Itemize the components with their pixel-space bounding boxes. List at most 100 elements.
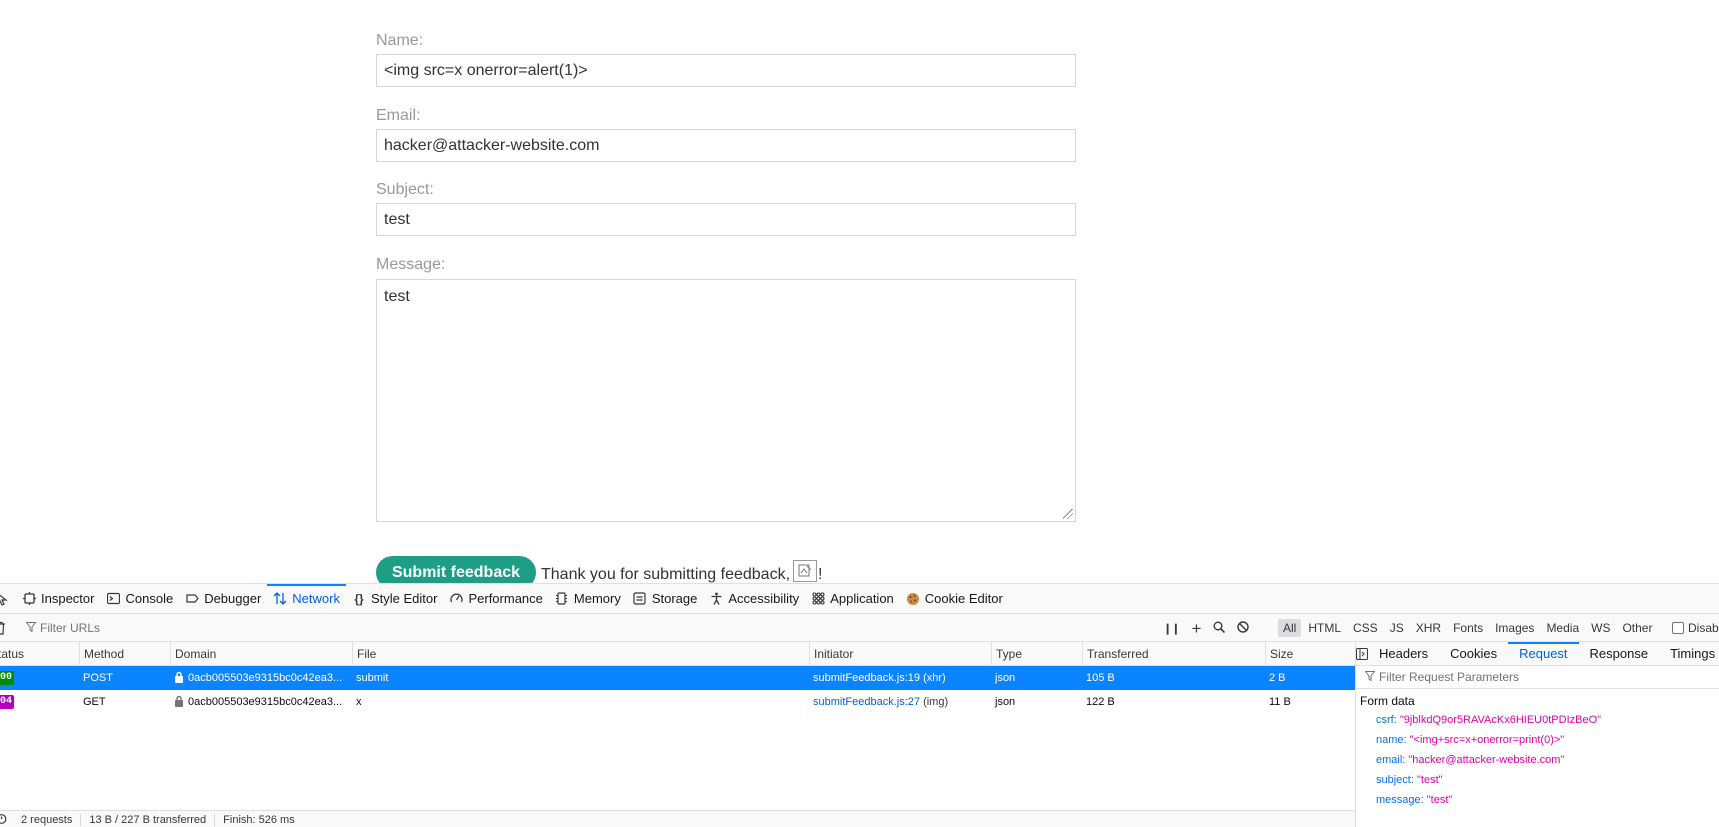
tab-response[interactable]: Response bbox=[1579, 642, 1660, 666]
initiator-cell[interactable]: submitFeedback.js:19 (xhr) bbox=[809, 666, 991, 690]
column-header-size[interactable]: Size bbox=[1265, 642, 1355, 666]
column-header-method[interactable]: Method bbox=[79, 642, 170, 666]
column-header-type[interactable]: Type bbox=[991, 642, 1082, 666]
add-request-icon[interactable]: + bbox=[1191, 620, 1201, 637]
tab-label: Storage bbox=[651, 591, 698, 606]
status-cell: 304 bbox=[0, 690, 79, 714]
email-input[interactable]: hacker@attacker-website.com bbox=[376, 129, 1076, 162]
tab-headers[interactable]: Headers bbox=[1368, 642, 1439, 666]
transferred-cell: 105 B bbox=[1086, 672, 1115, 684]
tab-accessibility[interactable]: Accessibility bbox=[703, 584, 805, 614]
column-header-transferred[interactable]: Transferred bbox=[1082, 642, 1265, 666]
param-key: subject: bbox=[1376, 774, 1414, 786]
column-header-status[interactable]: Status bbox=[0, 642, 81, 666]
filter-html[interactable]: HTML bbox=[1303, 619, 1346, 637]
name-label: Name: bbox=[376, 32, 424, 49]
filter-images[interactable]: Images bbox=[1490, 619, 1539, 637]
tab-console[interactable]: Console bbox=[100, 584, 179, 614]
tab-cookies[interactable]: Cookies bbox=[1439, 642, 1508, 666]
broken-image-icon bbox=[793, 560, 818, 582]
tab-label: Performance bbox=[468, 591, 543, 606]
column-header-domain[interactable]: Domain bbox=[170, 642, 352, 666]
request-type-filters: All HTML CSS JS XHR Fonts Images Media W… bbox=[1278, 614, 1659, 642]
resize-grip-icon[interactable] bbox=[1063, 509, 1073, 519]
tab-debugger[interactable]: Debugger bbox=[179, 584, 267, 614]
tab-network[interactable]: Network bbox=[267, 583, 346, 614]
filter-js[interactable]: JS bbox=[1385, 619, 1409, 637]
tab-label: Debugger bbox=[204, 591, 262, 606]
filter-xhr[interactable]: XHR bbox=[1411, 619, 1446, 637]
email-label: Email: bbox=[376, 107, 421, 124]
timer-icon bbox=[0, 813, 7, 827]
form-param[interactable]: csrf: "9jblkdQ9or5RAVAcKx6HIEU0tPDIzBeO" bbox=[1376, 714, 1601, 726]
initiator-cell[interactable]: submitFeedback.js:27 (img) bbox=[809, 690, 991, 714]
form-param[interactable]: email: "hacker@attacker-website.com" bbox=[1376, 754, 1564, 766]
filter-urls-input[interactable]: Filter URLs bbox=[25, 614, 100, 642]
filter-request-parameters-input[interactable]: Filter Request Parameters bbox=[1356, 666, 1719, 689]
message-label: Message: bbox=[376, 256, 446, 273]
status-badge: 304 bbox=[0, 695, 14, 709]
table-row[interactable]: 304 GET 0acb005503e9315bc0c42ea3... x su… bbox=[0, 690, 1355, 714]
domain-cell: 0acb005503e9315bc0c42ea3... bbox=[170, 666, 352, 690]
tab-label: Style Editor bbox=[370, 591, 438, 606]
column-header-file[interactable]: File bbox=[352, 642, 809, 666]
tab-request[interactable]: Request bbox=[1508, 641, 1579, 666]
param-value: "test" bbox=[1416, 774, 1443, 786]
submit-feedback-button[interactable]: Submit feedback bbox=[376, 556, 536, 583]
initiator-link[interactable]: submitFeedback.js:27 bbox=[813, 696, 920, 708]
debugger-icon bbox=[185, 592, 199, 606]
size-cell: 2 B bbox=[1269, 672, 1286, 684]
thanks-text: Thank you for submitting feedback, bbox=[541, 566, 791, 583]
subject-label: Subject: bbox=[376, 181, 434, 198]
filter-fonts[interactable]: Fonts bbox=[1448, 619, 1488, 637]
request-details-panel: Headers Cookies Request Response Timings… bbox=[1355, 641, 1719, 827]
initiator-type: (xhr) bbox=[923, 672, 946, 684]
checkbox-icon bbox=[1672, 622, 1684, 634]
table-row[interactable]: 200 POST 0acb005503e9315bc0c42ea3... sub… bbox=[0, 666, 1355, 690]
details-tabbar: Headers Cookies Request Response Timings bbox=[1356, 641, 1719, 666]
name-input[interactable]: <img src=x onerror=alert(1)> bbox=[376, 54, 1076, 87]
subject-input[interactable]: test bbox=[376, 203, 1076, 236]
block-icon[interactable] bbox=[1237, 620, 1250, 636]
tab-storage[interactable]: Storage bbox=[627, 584, 704, 614]
column-header-initiator[interactable]: Initiator bbox=[809, 642, 991, 666]
form-param[interactable]: subject: "test" bbox=[1376, 774, 1443, 786]
filter-css[interactable]: CSS bbox=[1348, 619, 1383, 637]
tab-performance[interactable]: Performance bbox=[443, 584, 548, 614]
message-textarea[interactable]: test bbox=[376, 279, 1076, 522]
param-value: "test" bbox=[1426, 794, 1453, 806]
clear-requests-icon[interactable] bbox=[0, 621, 6, 638]
tab-style-editor[interactable]: {} Style Editor bbox=[346, 584, 443, 614]
tab-inspector[interactable]: Inspector bbox=[16, 584, 100, 614]
tab-application[interactable]: Application bbox=[805, 584, 900, 614]
tab-label: Console bbox=[125, 591, 174, 606]
form-param[interactable]: name: "<img+src=x+onerror=print(0)>" bbox=[1376, 734, 1564, 746]
initiator-type: (img) bbox=[923, 696, 949, 708]
filter-ws[interactable]: WS bbox=[1586, 619, 1615, 637]
param-key: name: bbox=[1376, 734, 1407, 746]
tab-memory[interactable]: Memory bbox=[549, 584, 627, 614]
transferred-summary: 13 B / 227 B transferred bbox=[81, 813, 216, 826]
form-param[interactable]: message: "test" bbox=[1376, 794, 1452, 806]
tab-cookie-editor[interactable]: Cookie Editor bbox=[900, 584, 1009, 614]
initiator-link[interactable]: submitFeedback.js:19 bbox=[813, 672, 920, 684]
transferred-cell: 122 B bbox=[1086, 696, 1115, 708]
toggle-sidebar-icon[interactable] bbox=[1356, 642, 1368, 666]
filter-all[interactable]: All bbox=[1278, 619, 1302, 637]
method-cell: POST bbox=[83, 672, 113, 684]
element-picker-icon[interactable] bbox=[0, 584, 16, 614]
tab-timings[interactable]: Timings bbox=[1659, 642, 1719, 666]
devtools-tabbar: Inspector Console Debugger Network {} St… bbox=[0, 583, 1719, 614]
disable-cache-checkbox[interactable]: Disable Cache bbox=[1672, 614, 1719, 642]
form-data-heading: Form data bbox=[1360, 694, 1415, 708]
filter-icon bbox=[1364, 670, 1376, 684]
pause-icon[interactable]: ❙❙ bbox=[1163, 622, 1180, 635]
network-icon bbox=[273, 592, 287, 606]
network-toolbar: Filter URLs ❙❙ + All HTML CSS JS XHR Fon… bbox=[0, 614, 1719, 642]
file-cell: x bbox=[356, 696, 362, 708]
console-icon bbox=[106, 592, 120, 606]
filter-media[interactable]: Media bbox=[1541, 619, 1584, 637]
search-icon[interactable] bbox=[1213, 621, 1226, 636]
page-title: Submit feedback bbox=[376, 0, 680, 9]
filter-other[interactable]: Other bbox=[1617, 619, 1657, 637]
